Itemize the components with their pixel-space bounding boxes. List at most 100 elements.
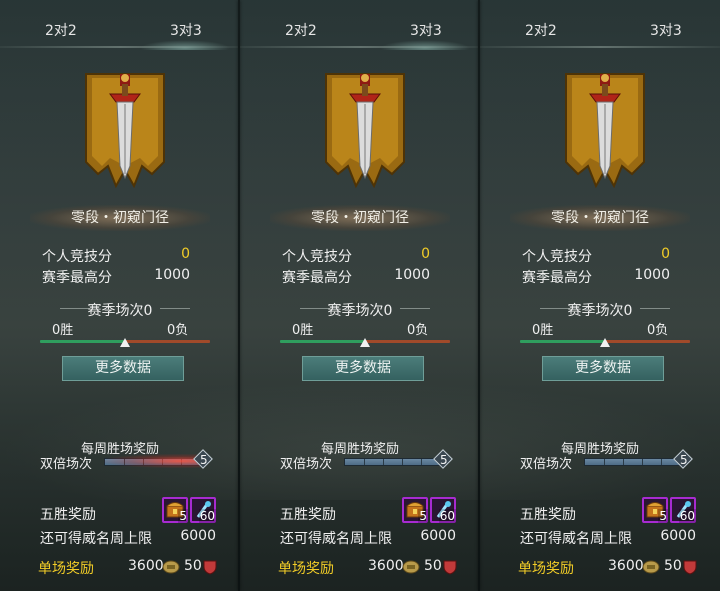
- reward-item-chest[interactable]: 5: [162, 497, 188, 523]
- reward-item-scroll[interactable]: 60: [670, 497, 696, 523]
- season-high-label: 赛季最高分: [522, 270, 592, 286]
- season-high-label: 赛季最高分: [42, 270, 112, 286]
- wins-count: 0胜: [52, 323, 74, 338]
- personal-score-row: 个人竞技分 0: [42, 246, 190, 265]
- coin-icon: [162, 560, 180, 574]
- rank-title: 零段・初窥门径: [510, 205, 690, 231]
- reward-item-chest[interactable]: 5: [402, 497, 428, 523]
- remaining-label: 还可得威名周上限: [40, 531, 152, 547]
- arena-panel: 2对2 3对3 零段・初窥门径 个人竞技分 0 赛季最高分 1000 赛季场次0: [240, 0, 480, 591]
- tab-3v3[interactable]: 3对3: [650, 20, 682, 40]
- item-chest-qty: 5: [178, 509, 188, 523]
- season-high-row: 赛季最高分 1000: [522, 267, 670, 286]
- personal-score-value: 0: [661, 246, 670, 262]
- rank-banner-sword-icon: [85, 73, 165, 189]
- arena-panel: 2对2 3对3 零段・初窥门径 个人竞技分 0 赛季最高分 1000 赛季场次0…: [480, 0, 720, 591]
- tab-divider: [480, 46, 720, 48]
- rank-title: 零段・初窥门径: [30, 205, 210, 231]
- double-matches-progress: [584, 458, 682, 466]
- remaining-row: 还可得威名周上限 6000: [280, 528, 456, 547]
- wins-count: 0胜: [292, 323, 314, 338]
- personal-score-row: 个人竞技分 0: [282, 246, 430, 265]
- season-high-value: 1000: [154, 267, 190, 283]
- win-loss-marker: [360, 338, 370, 347]
- mode-tabs: 2对2 3对3: [240, 0, 480, 50]
- wins-count: 0胜: [532, 323, 554, 338]
- double-matches-value: 5: [200, 453, 208, 467]
- more-data-button[interactable]: 更多数据: [62, 356, 184, 381]
- win-loss-marker: [120, 338, 130, 347]
- arena-panel: 2对2 3对3 零段・初窥门径 个人竞技分 0 赛季最高分 1000 赛季场次0: [0, 0, 240, 591]
- single-badge-value: 50: [184, 558, 202, 574]
- five-win-label: 五胜奖励: [280, 507, 336, 523]
- double-matches-label: 双倍场次: [40, 457, 93, 472]
- personal-score-label: 个人竞技分: [42, 249, 112, 265]
- rank-banner-sword-icon: [325, 73, 405, 189]
- tab-2v2[interactable]: 2对2: [285, 20, 317, 40]
- tab-3v3[interactable]: 3对3: [170, 20, 202, 40]
- active-tab-glow: [140, 40, 230, 50]
- single-coin-value: 3600: [368, 558, 404, 574]
- item-chest-qty: 5: [418, 509, 428, 523]
- more-data-button[interactable]: 更多数据: [542, 356, 664, 381]
- item-chest-qty: 5: [658, 509, 668, 523]
- five-win-row: 五胜奖励: [40, 504, 120, 523]
- win-loss-marker: [600, 338, 610, 347]
- season-high-label: 赛季最高分: [282, 270, 352, 286]
- personal-score-row: 个人竞技分 0: [522, 246, 670, 265]
- double-matches-label: 双倍场次: [520, 457, 573, 472]
- more-data-button[interactable]: 更多数据: [302, 356, 424, 381]
- single-reward-label: 单场奖励: [38, 561, 94, 577]
- double-matches-progress: [344, 458, 442, 466]
- remaining-value: 6000: [420, 528, 456, 544]
- reward-item-scroll[interactable]: 60: [190, 497, 216, 523]
- mode-tabs: 2对2 3对3: [0, 0, 240, 50]
- shield-icon: [203, 560, 217, 575]
- remaining-label: 还可得威名周上限: [280, 531, 392, 547]
- season-high-row: 赛季最高分 1000: [282, 267, 430, 286]
- remaining-row: 还可得威名周上限 6000: [520, 528, 696, 547]
- double-matches-value: 5: [440, 453, 448, 467]
- item-scroll-qty: 60: [438, 509, 456, 523]
- losses-count: 0负: [167, 323, 189, 338]
- active-tab-glow: [380, 40, 470, 50]
- personal-score-value: 0: [181, 246, 190, 262]
- remaining-value: 6000: [180, 528, 216, 544]
- season-high-row: 赛季最高分 1000: [42, 267, 190, 286]
- single-reward-label: 单场奖励: [518, 561, 574, 577]
- personal-score-label: 个人竞技分: [282, 249, 352, 265]
- five-win-row: 五胜奖励: [520, 504, 600, 523]
- single-badge-value: 50: [424, 558, 442, 574]
- tab-2v2[interactable]: 2对2: [45, 20, 77, 40]
- mode-tabs: 2对2 3对3: [480, 0, 720, 48]
- remaining-row: 还可得威名周上限 6000: [40, 528, 216, 547]
- single-coin-value: 3600: [608, 558, 644, 574]
- single-badge-value: 50: [664, 558, 682, 574]
- personal-score-label: 个人竞技分: [522, 249, 592, 265]
- single-reward-label: 单场奖励: [278, 561, 334, 577]
- item-scroll-qty: 60: [678, 509, 696, 523]
- tab-2v2[interactable]: 2对2: [525, 20, 557, 40]
- five-win-label: 五胜奖励: [520, 507, 576, 523]
- coin-icon: [642, 560, 660, 574]
- season-matches: 赛季场次0: [327, 303, 393, 319]
- reward-item-chest[interactable]: 5: [642, 497, 668, 523]
- remaining-value: 6000: [660, 528, 696, 544]
- reward-item-scroll[interactable]: 60: [430, 497, 456, 523]
- losses-count: 0负: [647, 323, 669, 338]
- item-scroll-qty: 60: [198, 509, 216, 523]
- tab-3v3[interactable]: 3对3: [410, 20, 442, 40]
- arena-panels: 2对2 3对3 零段・初窥门径 个人竞技分 0 赛季最高分 1000 赛季场次0: [0, 0, 720, 591]
- single-coin-value: 3600: [128, 558, 164, 574]
- progress-glow: [104, 454, 200, 468]
- five-win-row: 五胜奖励: [280, 504, 360, 523]
- double-matches-label: 双倍场次: [280, 457, 333, 472]
- five-win-label: 五胜奖励: [40, 507, 96, 523]
- double-matches-value: 5: [680, 453, 688, 467]
- losses-count: 0负: [407, 323, 429, 338]
- season-matches: 赛季场次0: [87, 303, 153, 319]
- shield-icon: [683, 560, 697, 575]
- tab-divider: [0, 46, 240, 48]
- season-matches: 赛季场次0: [567, 303, 633, 319]
- tab-divider: [240, 46, 480, 48]
